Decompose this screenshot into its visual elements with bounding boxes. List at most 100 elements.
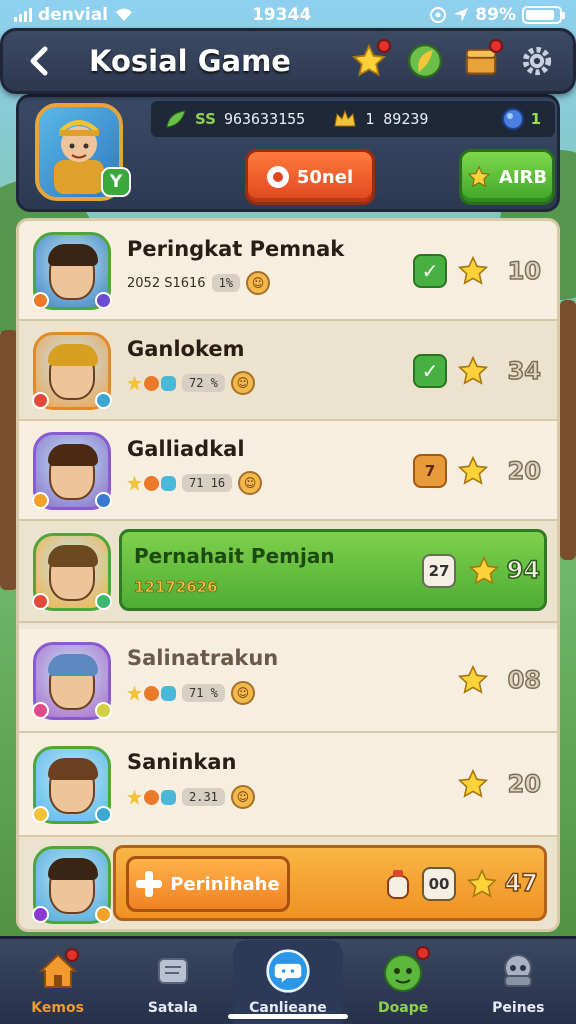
gem-icon [95, 392, 112, 409]
leaf-orb-button[interactable] [405, 41, 445, 81]
page-title: Kosial Game [89, 44, 291, 78]
player-avatar[interactable] [32, 332, 112, 410]
nav-label: Kemos [31, 999, 84, 1016]
player-score: 34 [507, 356, 542, 386]
lock-rotation-icon [430, 7, 447, 23]
gem-icon [95, 292, 112, 309]
avatar-hair [48, 654, 98, 676]
resource-crown: 1 89239 [333, 108, 428, 130]
battery-icon [522, 6, 565, 24]
settings-button[interactable] [517, 41, 557, 81]
avatar-hair [48, 545, 98, 567]
row-actions: 08 [457, 664, 542, 696]
player-name: Saninkan [127, 749, 237, 774]
resource-leaf: SS 963633155 [165, 109, 305, 129]
gear-icon [522, 46, 552, 76]
invite-label: Perinihahe [170, 873, 280, 895]
item-icons [127, 685, 176, 701]
player-name: Peringkat Pemnak [127, 237, 345, 261]
status-badge[interactable]: 00 [422, 867, 456, 901]
player-name: Ganlokem [127, 337, 245, 361]
leaderboard-row[interactable]: Saninkan 2.31 ☺ 20 [19, 733, 557, 837]
percent-pill: 2.31 [182, 788, 225, 806]
status-bar: denvial 19344 89% [0, 0, 576, 30]
avatar-hair [48, 244, 98, 266]
chat-icon [265, 948, 311, 994]
player-avatar[interactable] [32, 533, 112, 611]
highlighted-player-card[interactable]: Pernahait Pemjan 12172626 27 94 [119, 529, 547, 611]
avatar-hair [48, 344, 98, 366]
level-badge: Y [101, 167, 131, 197]
tree-trunk [560, 300, 576, 560]
star-icon [457, 768, 489, 798]
player-stats: 72 % ☺ [127, 371, 255, 395]
star-icon [457, 455, 489, 485]
back-button[interactable] [19, 41, 59, 81]
item-icons [127, 789, 176, 805]
notification-dot [416, 945, 431, 960]
avatar-hair [48, 858, 98, 880]
smiley-icon: ☺ [230, 681, 255, 705]
nav-label: Satala [147, 999, 198, 1016]
invite-button[interactable]: Perinihahe [126, 856, 290, 912]
avatar-face [48, 244, 98, 300]
gem-icon [32, 492, 49, 509]
nav-label: Peines [492, 999, 545, 1016]
notification-dot [64, 947, 79, 962]
clock: 19344 [252, 5, 312, 25]
nav-item-satala[interactable]: Satala [118, 940, 228, 1024]
leaderboard-row[interactable]: Galliadkal 71 16 ☺ 7 20 [19, 421, 557, 521]
item-icons [127, 475, 176, 491]
gem-icon [32, 593, 49, 610]
leaderboard-row[interactable]: Perinihahe 00 47 [19, 837, 557, 929]
resource-prefix: SS [195, 110, 216, 128]
status-badge[interactable]: 27 [422, 554, 456, 588]
nav-item-canlieane[interactable]: Canlieane [232, 939, 343, 1024]
potion-jar-icon [387, 870, 409, 899]
player-name: Galliadkal [127, 437, 245, 461]
nav-item-peines[interactable]: Peines [463, 940, 573, 1024]
home-indicator[interactable] [228, 1014, 348, 1019]
resource-value: 1 89239 [365, 110, 429, 128]
player-stats: 2.31 ☺ [127, 785, 255, 809]
signal-icon [14, 8, 32, 22]
star-icon [466, 868, 498, 898]
app-header: Kosial Game [0, 28, 576, 94]
leaderboard-row[interactable]: Pernahait Pemjan 12172626 27 94 [19, 521, 557, 623]
player-avatar[interactable] [32, 846, 112, 924]
secondary-action-button[interactable]: AIRB [459, 149, 555, 205]
nav-item-kemos[interactable]: Kemos [3, 940, 113, 1024]
check-icon[interactable]: ✓ [413, 254, 447, 288]
scroll-icon [150, 948, 196, 994]
leaf-orb-icon [408, 44, 442, 78]
row-actions: ✓ 34 [413, 354, 542, 388]
player-score: 94 [506, 555, 541, 585]
percent-pill: 1% [211, 274, 241, 292]
check-icon[interactable]: ✓ [413, 354, 447, 388]
item-icons [127, 375, 176, 391]
gem-icon [32, 392, 49, 409]
leaderboard-row[interactable]: Ganlokem 72 % ☺ ✓ 34 [19, 321, 557, 421]
chest-button[interactable] [461, 39, 503, 81]
leaderboard-row[interactable]: Peringkat Pemnak 2052 S1616 1% ☺ ✓ 10 [19, 221, 557, 321]
player-score: 08 [507, 665, 542, 695]
primary-action-button[interactable]: 50nel [245, 149, 375, 205]
smiley-icon: ☺ [230, 785, 255, 809]
player-avatar[interactable] [32, 432, 112, 510]
leaderboard-row[interactable]: Salinatrakun 71 % ☺ 08 [19, 629, 557, 733]
player-avatar[interactable] [32, 642, 112, 720]
row-actions: ✓ 10 [413, 254, 542, 288]
player-avatar[interactable] [32, 746, 112, 824]
nav-item-doape[interactable]: Doape [348, 940, 458, 1024]
player-score: 20 [507, 769, 542, 799]
player-avatar[interactable] [32, 232, 112, 310]
target-icon [266, 166, 289, 188]
highlighted-player-card: Perinihahe 00 47 [113, 845, 547, 921]
crown-icon [334, 109, 356, 127]
status-badge[interactable]: 7 [413, 454, 447, 488]
battery-percent: 89% [475, 5, 516, 25]
smiley-icon: ☺ [238, 471, 263, 495]
chevron-left-icon [30, 46, 48, 76]
star-button[interactable] [349, 39, 391, 81]
gem-icon [95, 906, 112, 923]
